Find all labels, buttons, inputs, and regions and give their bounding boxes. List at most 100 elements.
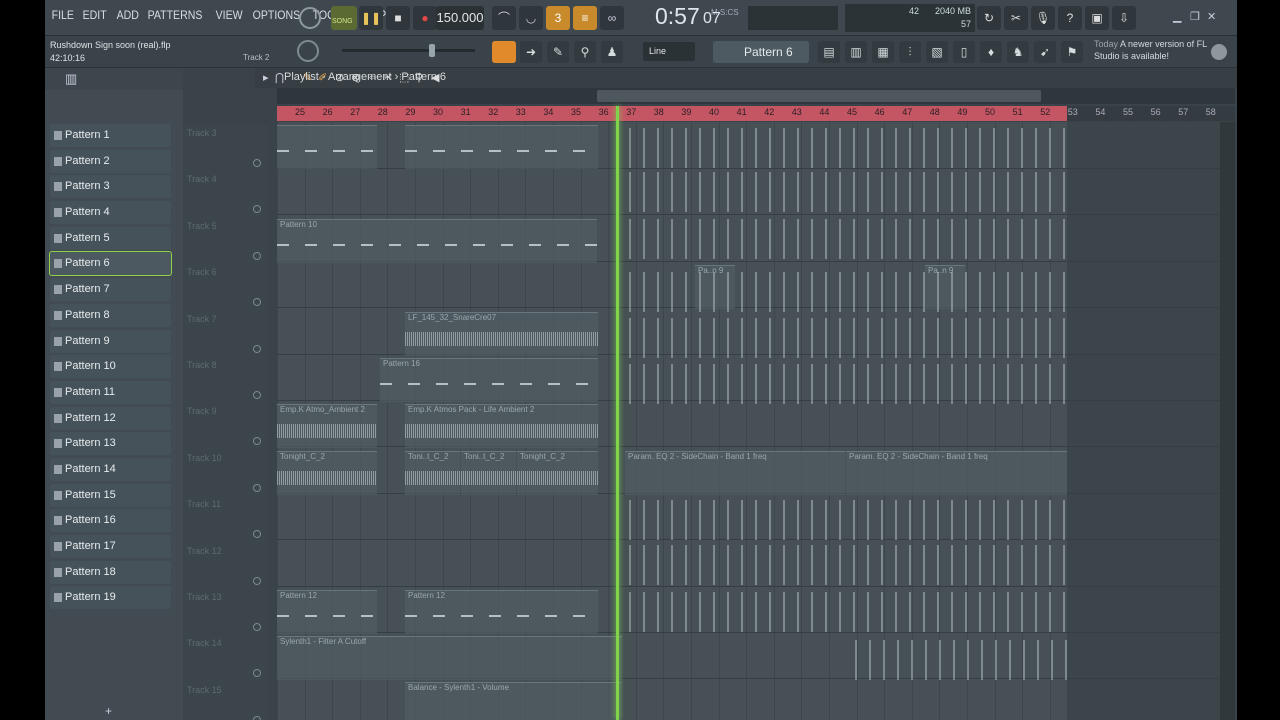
pattern-clip-notes[interactable] bbox=[629, 172, 1067, 212]
track-label[interactable]: Track 15 bbox=[187, 685, 222, 695]
magnet-icon[interactable]: ⋂ bbox=[275, 71, 284, 84]
song-mode-toggle[interactable]: SONG bbox=[331, 6, 357, 30]
menu-view[interactable]: VIEW bbox=[213, 8, 245, 22]
playlist-clip[interactable]: Tonight_C_2 bbox=[277, 451, 377, 495]
track-label[interactable]: Track 9 bbox=[187, 406, 217, 416]
minimize-icon[interactable]: ▁ bbox=[1173, 10, 1181, 23]
shop-icon[interactable]: ⚑ bbox=[1061, 41, 1083, 63]
playlist-clip[interactable]: Pattern 10 bbox=[277, 219, 597, 263]
pattern-item[interactable]: Pattern 14 bbox=[50, 457, 171, 481]
pattern-clip-notes[interactable] bbox=[629, 545, 1067, 585]
track-label[interactable]: Track 14 bbox=[187, 638, 222, 648]
pattern-clip-notes[interactable] bbox=[629, 500, 1067, 540]
pattern-item[interactable]: Pattern 18 bbox=[50, 560, 171, 584]
track-mute-led[interactable] bbox=[253, 437, 261, 446]
playlist-clip[interactable]: Toni..t_C_2 bbox=[461, 451, 516, 495]
track-mute-led[interactable] bbox=[253, 251, 261, 260]
stamp-icon[interactable]: ♟ bbox=[601, 41, 623, 63]
play-icon[interactable]: ▸ bbox=[263, 71, 269, 84]
track-mute-led[interactable] bbox=[253, 483, 261, 492]
pattern-clip-notes[interactable] bbox=[629, 364, 1067, 404]
track-label[interactable]: Track 8 bbox=[187, 360, 217, 370]
track-label[interactable]: Track 3 bbox=[187, 128, 217, 138]
playlist-clip[interactable] bbox=[277, 125, 377, 169]
track-label[interactable]: Track 13 bbox=[187, 592, 222, 602]
tempo-display[interactable]: 150.000 bbox=[436, 6, 484, 30]
snap-selector[interactable]: Line bbox=[643, 42, 695, 61]
loop-record-icon[interactable]: ∞ bbox=[600, 6, 624, 30]
piano-icon[interactable]: ▥ bbox=[65, 71, 77, 87]
menu-file[interactable]: FILE bbox=[49, 8, 77, 22]
playlist-clip[interactable]: Param. EQ 2 - SideChain - Band 1 freq bbox=[625, 451, 845, 495]
playlist-icon[interactable]: ▤ bbox=[818, 41, 840, 63]
step-edit-icon[interactable]: ≡ bbox=[573, 6, 597, 30]
pattern-clip-notes[interactable] bbox=[629, 272, 1067, 312]
track-mute-led[interactable] bbox=[253, 530, 261, 539]
playlist-clip[interactable]: Pattern 12 bbox=[277, 590, 377, 634]
playlist-clip[interactable]: Toni..t_C_2 bbox=[405, 451, 460, 495]
close-icon[interactable]: ✕ bbox=[1207, 10, 1216, 23]
browser-icon[interactable]: ▧ bbox=[926, 41, 948, 63]
pattern-item[interactable]: Pattern 8 bbox=[50, 303, 171, 327]
pattern-item[interactable]: Pattern 11 bbox=[50, 380, 171, 404]
add-pattern-button[interactable]: + bbox=[105, 704, 112, 718]
mixer-icon[interactable]: ⫶ bbox=[899, 41, 921, 63]
help-icon[interactable]: ? bbox=[1058, 6, 1082, 30]
typing-keyboard-icon[interactable] bbox=[492, 41, 516, 63]
playlist-clip[interactable]: Pattern 12 bbox=[405, 590, 598, 634]
track-label[interactable]: Track 4 bbox=[187, 174, 217, 184]
microphone-icon[interactable]: 🎙 bbox=[1031, 6, 1055, 30]
pattern-clip-notes[interactable] bbox=[629, 318, 1067, 358]
wrench-icon[interactable]: ➹ bbox=[1034, 41, 1056, 63]
track-label[interactable]: Track 6 bbox=[187, 267, 217, 277]
pattern-item[interactable]: Pattern 4 bbox=[50, 201, 171, 225]
stop-button[interactable]: ■ bbox=[386, 6, 410, 30]
piano-roll-icon[interactable]: ▥ bbox=[845, 41, 867, 63]
playlist-clip[interactable]: Pattern 16 bbox=[380, 358, 598, 402]
playlist-clip[interactable]: Emp.K Atmo_Ambient 2 bbox=[277, 404, 377, 448]
pencil-icon[interactable]: ✎ bbox=[547, 41, 569, 63]
pattern-clip-notes[interactable] bbox=[855, 640, 1067, 680]
maximize-icon[interactable]: ❐ bbox=[1190, 10, 1200, 23]
master-pitch-slider[interactable] bbox=[342, 49, 475, 52]
record-button[interactable]: ● bbox=[413, 6, 437, 30]
pattern-item[interactable]: Pattern 2 bbox=[50, 149, 171, 173]
track-label[interactable]: Track 7 bbox=[187, 314, 217, 324]
track-mute-led[interactable] bbox=[253, 298, 261, 307]
pattern-item[interactable]: Pattern 9 bbox=[50, 329, 171, 353]
track-mute-led[interactable] bbox=[253, 669, 261, 678]
cut-icon[interactable]: ✂ bbox=[1004, 6, 1028, 30]
wait-input-icon[interactable]: ◡ bbox=[519, 6, 543, 30]
playlist-clip[interactable]: Balance - Sylenth1 - Volume bbox=[405, 682, 622, 720]
playlist-clip[interactable] bbox=[405, 125, 598, 169]
pause-button[interactable]: ❚❚ bbox=[359, 6, 383, 30]
pattern-item[interactable]: Pattern 1 bbox=[50, 124, 171, 147]
pattern-item[interactable]: Pattern 16 bbox=[50, 509, 171, 533]
render-icon[interactable]: ⇩ bbox=[1112, 6, 1136, 30]
track-label[interactable]: Track 10 bbox=[187, 453, 222, 463]
countdown-icon[interactable]: 3 bbox=[546, 6, 570, 30]
playlist-clip[interactable]: Tonight_C_2 bbox=[517, 451, 598, 495]
channel-rack-icon[interactable]: ▦ bbox=[872, 41, 894, 63]
slider-handle[interactable] bbox=[429, 44, 435, 57]
save-icon[interactable]: ▣ bbox=[1085, 6, 1109, 30]
loop-region[interactable] bbox=[277, 106, 1067, 121]
pattern-clip-notes[interactable] bbox=[629, 128, 1067, 168]
track-mute-led[interactable] bbox=[253, 205, 261, 214]
pattern-item[interactable]: Pattern 19 bbox=[50, 586, 171, 610]
pattern-clip-notes[interactable] bbox=[629, 219, 1067, 259]
menu-patterns[interactable]: PATTERNS bbox=[145, 8, 205, 22]
pattern-item[interactable]: Pattern 12 bbox=[50, 406, 171, 430]
news-panel[interactable]: Today A newer version of FL Studio is av… bbox=[1094, 38, 1209, 62]
tools-icon[interactable]: ♞ bbox=[1007, 41, 1029, 63]
scroll-thumb[interactable] bbox=[597, 90, 1041, 102]
master-volume-knob[interactable] bbox=[299, 7, 321, 29]
menu-options[interactable]: OPTIONS bbox=[250, 8, 303, 22]
track-mute-led[interactable] bbox=[253, 715, 261, 720]
pattern-item[interactable]: Pattern 17 bbox=[50, 535, 171, 558]
pattern-item[interactable]: Pattern 13 bbox=[50, 432, 171, 456]
track-mute-led[interactable] bbox=[253, 391, 261, 399]
plugin-icon[interactable]: ♦ bbox=[980, 41, 1002, 63]
playlist-clip[interactable]: Emp.K Atmos Pack - Life Ambient 2 bbox=[405, 404, 598, 448]
track-mute-led[interactable] bbox=[253, 159, 261, 167]
